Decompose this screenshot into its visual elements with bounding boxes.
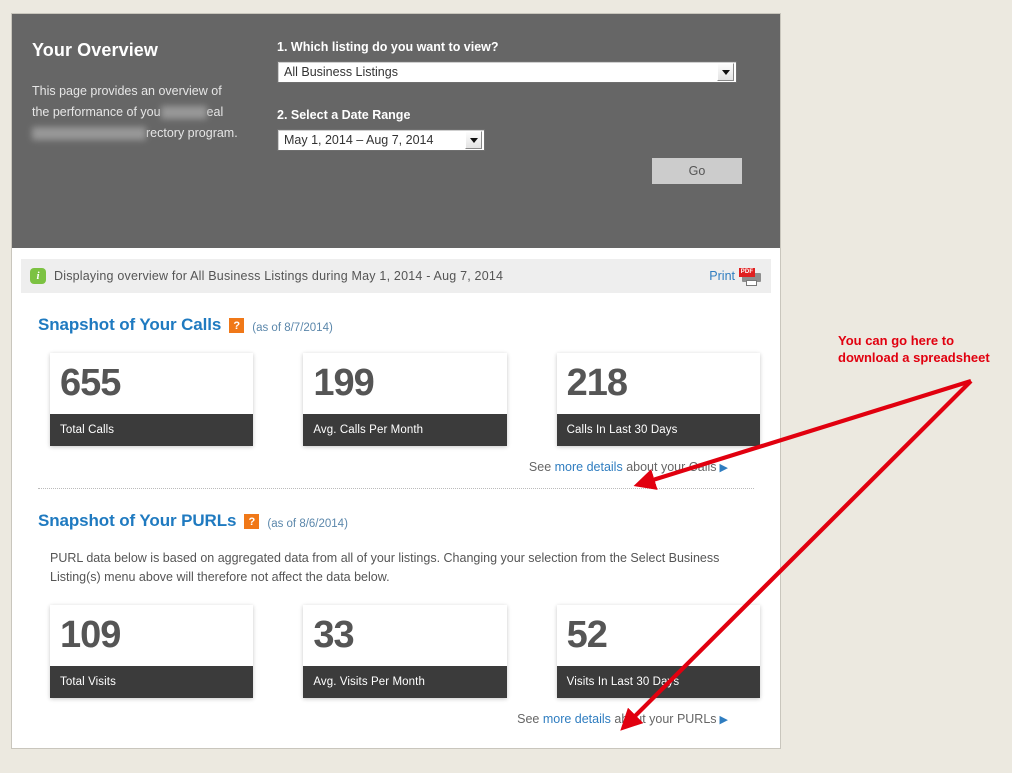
stat-card: 33 Avg. Visits Per Month — [303, 605, 507, 699]
header-intro-block: Your Overview This page provides an over… — [32, 40, 262, 144]
overview-panel: Your Overview This page provides an over… — [12, 14, 780, 748]
listing-select-label: 1. Which listing do you want to view? — [277, 40, 499, 54]
stat-card: 218 Calls In Last 30 Days — [556, 353, 760, 447]
status-message: Displaying overview for All Business Lis… — [54, 269, 504, 283]
go-button[interactable]: Go — [652, 158, 742, 184]
stat-card-value: 218 — [566, 362, 628, 404]
print-pdf-link[interactable]: Print PDF — [709, 267, 761, 286]
calls-section-header: Snapshot of Your Calls ? (as of 8/7/2014… — [32, 293, 760, 335]
header-controls: 1. Which listing do you want to view? Al… — [277, 40, 760, 184]
calls-section-title: Snapshot of Your Calls — [38, 315, 222, 334]
info-icon: i — [30, 268, 46, 284]
pdf-printer-icon: PDF — [739, 267, 761, 286]
intro-paragraph: This page provides an overview of the pe… — [32, 81, 262, 144]
status-bar: i Displaying overview for All Business L… — [21, 259, 771, 293]
stat-card-value: 33 — [313, 614, 354, 657]
stat-card-value: 655 — [60, 362, 121, 404]
pdf-badge: PDF — [739, 267, 755, 277]
more-suffix: about your PURLs — [610, 712, 717, 727]
stat-card-value: 109 — [60, 614, 121, 657]
daterange-field: 2. Select a Date Range May 1, 2014 – Aug… — [277, 108, 760, 151]
print-label: Print — [709, 269, 735, 283]
listing-select[interactable]: All Business Listings — [277, 61, 737, 83]
intro-line-3: rectory program. — [32, 123, 262, 144]
intro-line-2-text: the performance of you — [32, 105, 161, 119]
daterange-select-label: 2. Select a Date Range — [277, 108, 411, 122]
calls-more-details-row: See more details about your Calls ▶ — [32, 446, 760, 474]
more-prefix: See — [517, 712, 543, 727]
purls-more-details-row: See more details about your PURLs ▶ — [32, 698, 760, 726]
stat-card: 109 Total Visits — [50, 605, 254, 699]
redacted-block — [32, 127, 146, 140]
printer-paper — [746, 279, 757, 286]
more-prefix: See — [528, 460, 555, 475]
more-suffix: about your Calls — [622, 460, 717, 475]
intro-line-2: the performance of you eal — [32, 102, 262, 123]
intro-line-2-tail: eal — [206, 105, 224, 119]
chevron-right-icon[interactable]: ▶ — [720, 462, 728, 474]
stat-card-label: Avg. Calls Per Month — [303, 414, 507, 447]
purls-section-header: Snapshot of Your PURLs ? (as of 8/6/2014… — [32, 489, 760, 531]
calls-as-of-label: (as of 8/7/2014) — [252, 322, 333, 334]
chevron-down-icon[interactable] — [717, 63, 734, 81]
stat-card: 52 Visits In Last 30 Days — [556, 605, 760, 699]
chevron-right-icon[interactable]: ▶ — [720, 714, 728, 726]
purls-more-details-link[interactable]: more details — [543, 712, 611, 726]
help-icon[interactable]: ? — [244, 514, 260, 530]
listing-field: 1. Which listing do you want to view? Al… — [277, 40, 760, 83]
stat-card-label: Visits In Last 30 Days — [556, 666, 760, 699]
redacted-block — [160, 106, 207, 119]
stat-card-value: 199 — [313, 362, 374, 404]
stat-card-label: Total Calls — [50, 414, 254, 447]
calls-cards: 655 Total Calls 199 Avg. Calls Per Month… — [50, 353, 760, 447]
stat-card-label: Total Visits — [50, 666, 254, 699]
page-header: Your Overview This page provides an over… — [12, 14, 780, 248]
purls-note: PURL data below is based on aggregated d… — [50, 551, 720, 585]
purls-section-title: Snapshot of Your PURLs — [38, 511, 237, 531]
purls-as-of-label: (as of 8/6/2014) — [267, 518, 348, 531]
stat-card: 199 Avg. Calls Per Month — [303, 353, 507, 447]
daterange-select-value: May 1, 2014 – Aug 7, 2014 — [284, 133, 434, 147]
intro-line-3-tail: rectory program. — [146, 126, 238, 140]
calls-section: Snapshot of Your Calls ? (as of 8/7/2014… — [12, 293, 780, 490]
listing-select-value: All Business Listings — [284, 65, 398, 79]
annotation-text: You can go here to download a spreadshee… — [838, 333, 990, 365]
stat-card-label: Calls In Last 30 Days — [556, 414, 760, 447]
stat-card: 655 Total Calls — [50, 353, 254, 447]
calls-more-details-link[interactable]: more details — [555, 460, 623, 474]
daterange-select[interactable]: May 1, 2014 – Aug 7, 2014 — [277, 129, 485, 151]
purls-section: Snapshot of Your PURLs ? (as of 8/6/2014… — [12, 489, 780, 726]
purls-cards: 109 Total Visits 33 Avg. Visits Per Mont… — [50, 605, 760, 699]
intro-line-1: This page provides an overview of — [32, 84, 222, 98]
page-title: Your Overview — [32, 40, 159, 60]
chevron-down-icon[interactable] — [465, 131, 482, 149]
stat-card-value: 52 — [566, 614, 608, 657]
help-icon[interactable]: ? — [229, 318, 245, 333]
stat-card-label: Avg. Visits Per Month — [303, 666, 507, 699]
